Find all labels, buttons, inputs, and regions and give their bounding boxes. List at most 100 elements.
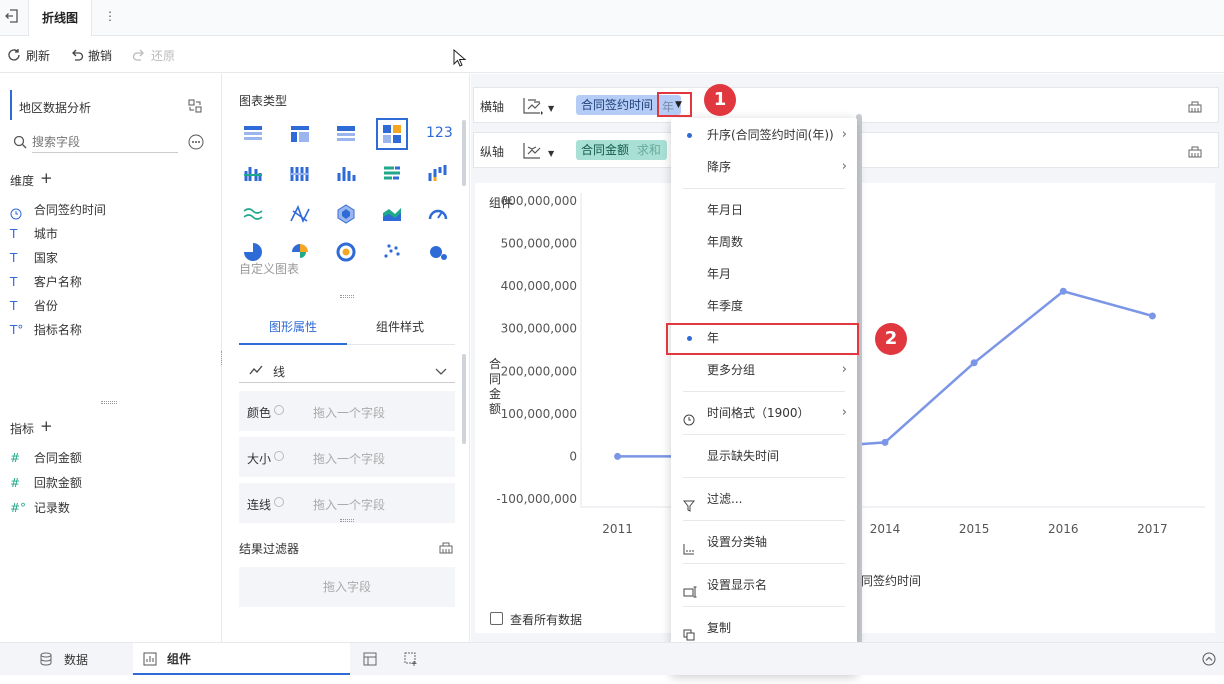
- more-icon[interactable]: ⋮: [104, 9, 116, 23]
- add-dimension-icon[interactable]: +: [40, 169, 53, 187]
- detail-table-icon[interactable]: [242, 123, 264, 145]
- shelf-settings-icon[interactable]: [1188, 99, 1202, 113]
- bubble-icon[interactable]: [427, 241, 449, 263]
- info-icon: [274, 405, 284, 415]
- custom-chart-label[interactable]: 自定义图表: [239, 260, 299, 277]
- undo-icon[interactable]: [70, 48, 84, 62]
- redo-button: 还原: [151, 49, 176, 63]
- component-tab[interactable]: 组件: [133, 643, 350, 675]
- x-tick-label: 2016: [1048, 522, 1079, 536]
- menu-set-category-axis[interactable]: 设置分类轴: [671, 527, 857, 557]
- refresh-icon[interactable]: [7, 48, 21, 62]
- sunburst-icon[interactable]: [335, 241, 357, 263]
- tab-graph-attributes[interactable]: 图形属性: [269, 318, 317, 335]
- x-tick-label: 2014: [870, 522, 901, 536]
- grouped-bar-icon[interactable]: [242, 163, 264, 185]
- data-tab[interactable]: 数据: [64, 651, 88, 668]
- bottom-bar: 数据 组件: [0, 642, 1224, 675]
- dropdown-caret[interactable]: ▼: [548, 104, 554, 113]
- axis-icon: [683, 536, 695, 555]
- filter-settings-icon[interactable]: [439, 540, 453, 554]
- add-component-icon[interactable]: [363, 652, 377, 666]
- undo-button[interactable]: 撤销: [88, 47, 112, 64]
- dropdown-caret[interactable]: ▼: [548, 149, 554, 158]
- y-field-pill[interactable]: 合同金额 求和: [576, 140, 667, 160]
- exit-icon[interactable]: [5, 8, 19, 24]
- filter-drop-zone[interactable]: 拖入字段: [239, 567, 455, 607]
- resize-handle[interactable]: [340, 295, 354, 298]
- number-type-icon: #°: [10, 501, 27, 515]
- color-drop-zone[interactable]: 拖入一个字段: [313, 404, 385, 421]
- kpi-card-icon[interactable]: 123: [426, 125, 453, 141]
- y-tick-label: 200,000,000: [501, 364, 577, 378]
- y-axis-sort-icon[interactable]: [522, 141, 544, 161]
- auto-chart-icon[interactable]: [381, 123, 403, 145]
- chevron-down-icon: [435, 365, 447, 375]
- line-chart-icon[interactable]: [242, 203, 264, 225]
- component-tab-title[interactable]: 折线图: [42, 9, 78, 26]
- tab-component-style[interactable]: 组件样式: [376, 318, 424, 335]
- area-chart-icon[interactable]: [381, 203, 403, 225]
- collapse-up-icon[interactable]: [1202, 652, 1216, 666]
- menu-more-group[interactable]: 更多分组 ›: [671, 355, 857, 385]
- dimension-field-metric-name[interactable]: T° 指标名称: [10, 319, 82, 341]
- resize-handle[interactable]: [101, 401, 117, 404]
- dimension-field-time[interactable]: 合同签约时间: [10, 199, 106, 221]
- x-tick-label: 2017: [1137, 522, 1168, 536]
- size-drop-zone[interactable]: 拖入一个字段: [313, 450, 385, 467]
- attr-scrollbar[interactable]: [462, 354, 466, 444]
- add-measure-icon[interactable]: +: [40, 417, 53, 435]
- resize-handle[interactable]: [340, 519, 354, 522]
- clock-icon: [683, 407, 695, 426]
- text-type-icon: T: [10, 251, 18, 265]
- radar-icon[interactable]: [335, 203, 357, 225]
- info-icon: [274, 451, 284, 461]
- menu-group-year-quarter[interactable]: 年季度: [671, 291, 857, 321]
- menu-time-format[interactable]: 时间格式（1900） ›: [671, 398, 857, 428]
- measure-field-record-count[interactable]: #° 记录数: [10, 497, 70, 519]
- switch-dataset-icon[interactable]: [188, 99, 202, 113]
- add-dashboard-icon[interactable]: [404, 652, 418, 666]
- x-axis-sort-icon[interactable]: [522, 96, 544, 116]
- y-axis-title-char: 合: [489, 356, 501, 371]
- gauge-icon[interactable]: [427, 203, 449, 225]
- menu-show-missing-time[interactable]: 显示缺失时间: [671, 441, 857, 471]
- menu-group-year-month[interactable]: 年月: [671, 259, 857, 289]
- menu-filter[interactable]: 过滤...: [671, 484, 857, 514]
- stacked-bar-icon[interactable]: [289, 163, 311, 185]
- top-bar: 折线图 ⋮: [0, 0, 1224, 36]
- menu-sort-ascending[interactable]: 升序(合同签约时间(年)) ›: [671, 120, 857, 150]
- menu-group-ymd[interactable]: 年月日: [671, 195, 857, 225]
- view-all-checkbox[interactable]: [490, 612, 503, 625]
- database-icon: [40, 652, 52, 666]
- dimension-field-province[interactable]: T 省份: [10, 295, 58, 317]
- bar-chart-icon[interactable]: [335, 163, 357, 185]
- radar-line-icon[interactable]: [289, 203, 311, 225]
- dataset-name[interactable]: 地区数据分析: [19, 99, 91, 116]
- shelf-settings-icon[interactable]: [1188, 144, 1202, 158]
- size-attribute-row: 大小 拖入一个字段: [239, 437, 455, 477]
- menu-copy[interactable]: 复制: [671, 613, 857, 643]
- menu-sort-descending[interactable]: 降序 ›: [671, 152, 857, 182]
- chart-type-scrollbar[interactable]: [462, 120, 466, 186]
- cross-table-icon[interactable]: [335, 123, 357, 145]
- chart-type-title: 图表类型: [239, 94, 288, 108]
- view-all-label[interactable]: 查看所有数据: [510, 611, 582, 628]
- refresh-button[interactable]: 刷新: [26, 47, 50, 64]
- horizontal-bar-icon[interactable]: [381, 163, 403, 185]
- dimension-field-customer[interactable]: T 客户名称: [10, 271, 82, 293]
- menu-group-year-week[interactable]: 年周数: [671, 227, 857, 257]
- group-table-icon[interactable]: [289, 123, 311, 145]
- search-input[interactable]: [32, 131, 178, 153]
- scatter-icon[interactable]: [381, 241, 403, 263]
- mark-type-select[interactable]: 线: [239, 359, 455, 383]
- measure-field-payment-amount[interactable]: # 回款金额: [10, 472, 82, 494]
- more-options-icon[interactable]: [188, 134, 204, 150]
- text-type-icon: T°: [10, 323, 24, 337]
- dimension-field-country[interactable]: T 国家: [10, 247, 58, 269]
- connect-drop-zone[interactable]: 拖入一个字段: [313, 496, 385, 513]
- waterfall-icon[interactable]: [427, 163, 449, 185]
- measure-field-contract-amount[interactable]: # 合同金额: [10, 447, 82, 469]
- dimension-field-city[interactable]: T 城市: [10, 223, 58, 245]
- menu-set-display-name[interactable]: 设置显示名: [671, 570, 857, 600]
